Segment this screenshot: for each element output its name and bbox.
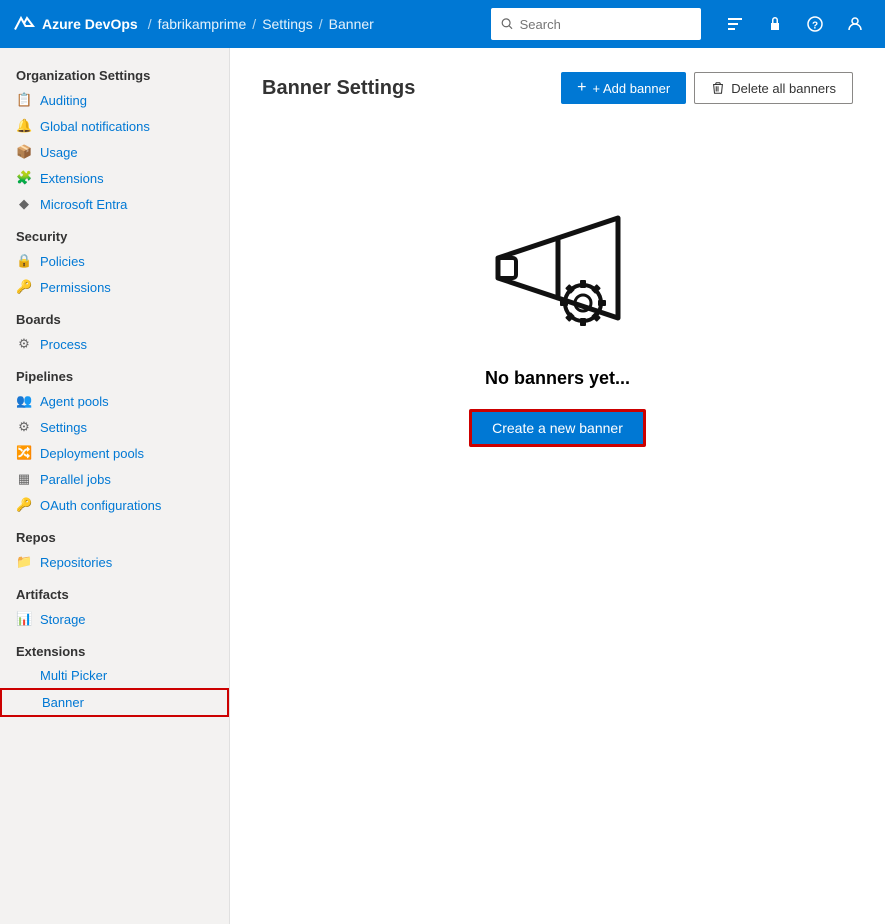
app-name: Azure DevOps bbox=[42, 16, 138, 32]
trash-icon bbox=[711, 81, 725, 95]
add-banner-button[interactable]: + + Add banner bbox=[561, 72, 686, 104]
sidebar-label-extensions: Extensions bbox=[40, 171, 104, 186]
sidebar-item-microsoft-entra[interactable]: ◆ Microsoft Entra bbox=[0, 191, 229, 217]
sidebar-item-deployment-pools[interactable]: 🔀 Deployment pools bbox=[0, 440, 229, 466]
process-icon: ⚙ bbox=[16, 336, 32, 352]
breadcrumb-fabrikamprime[interactable]: fabrikamprime bbox=[158, 16, 247, 32]
sidebar-item-policies[interactable]: 🔒 Policies bbox=[0, 248, 229, 274]
delete-all-banners-button[interactable]: Delete all banners bbox=[694, 72, 853, 104]
sidebar-item-banner[interactable]: Banner bbox=[0, 688, 229, 717]
lock-icon-button[interactable] bbox=[757, 6, 793, 42]
sidebar-item-permissions[interactable]: 🔑 Permissions bbox=[0, 274, 229, 300]
search-box[interactable] bbox=[491, 8, 701, 40]
extensions-icon: 🧩 bbox=[16, 170, 32, 186]
help-icon-button[interactable]: ? bbox=[797, 6, 833, 42]
deployment-pools-icon: 🔀 bbox=[16, 445, 32, 461]
entra-icon: ◆ bbox=[16, 196, 32, 212]
add-banner-label: + Add banner bbox=[592, 81, 670, 96]
sidebar-label-repositories: Repositories bbox=[40, 555, 112, 570]
topbar-icons: ? bbox=[717, 6, 873, 42]
help-icon: ? bbox=[806, 15, 824, 33]
policies-icon: 🔒 bbox=[16, 253, 32, 269]
sidebar-label-multi-picker: Multi Picker bbox=[40, 668, 107, 683]
sidebar-label-banner: Banner bbox=[42, 695, 84, 710]
topbar: Azure DevOps / fabrikamprime / Settings … bbox=[0, 0, 885, 48]
sidebar-label-process: Process bbox=[40, 337, 87, 352]
main-content: Banner Settings + + Add banner Delete al… bbox=[230, 48, 885, 924]
create-banner-label: Create a new banner bbox=[492, 420, 623, 436]
sidebar-label-agent-pools: Agent pools bbox=[40, 394, 109, 409]
list-icon bbox=[726, 15, 744, 33]
sidebar-item-multi-picker[interactable]: Multi Picker bbox=[0, 663, 229, 688]
page-title: Banner Settings bbox=[262, 77, 561, 100]
sidebar-label-deployment-pools: Deployment pools bbox=[40, 446, 144, 461]
sidebar-label-storage: Storage bbox=[40, 612, 86, 627]
create-new-banner-button[interactable]: Create a new banner bbox=[469, 409, 646, 447]
storage-icon: 📊 bbox=[16, 611, 32, 627]
sidebar-item-usage[interactable]: 📦 Usage bbox=[0, 139, 229, 165]
user-icon bbox=[846, 15, 864, 33]
main-header: Banner Settings + + Add banner Delete al… bbox=[262, 72, 853, 104]
section-pipelines: Pipelines bbox=[0, 357, 229, 388]
sidebar-item-oauth-configurations[interactable]: 🔑 OAuth configurations bbox=[0, 492, 229, 518]
settings-icon: ⚙ bbox=[16, 419, 32, 435]
app-logo[interactable]: Azure DevOps bbox=[12, 12, 138, 36]
delete-banners-label: Delete all banners bbox=[731, 81, 836, 96]
auditing-icon: 📋 bbox=[16, 92, 32, 108]
section-org-settings: Organization Settings bbox=[0, 56, 229, 87]
section-repos: Repos bbox=[0, 518, 229, 549]
sidebar-item-extensions[interactable]: 🧩 Extensions bbox=[0, 165, 229, 191]
parallel-jobs-icon: ▦ bbox=[16, 471, 32, 487]
sidebar-label-parallel-jobs: Parallel jobs bbox=[40, 472, 111, 487]
search-icon bbox=[501, 17, 514, 31]
breadcrumb: / fabrikamprime / Settings / Banner bbox=[146, 16, 374, 32]
permissions-icon: 🔑 bbox=[16, 279, 32, 295]
repositories-icon: 📁 bbox=[16, 554, 32, 570]
sidebar-label-usage: Usage bbox=[40, 145, 78, 160]
sidebar-item-agent-pools[interactable]: 👥 Agent pools bbox=[0, 388, 229, 414]
agent-pools-icon: 👥 bbox=[16, 393, 32, 409]
breadcrumb-settings[interactable]: Settings bbox=[262, 16, 313, 32]
search-input[interactable] bbox=[520, 17, 691, 32]
list-icon-button[interactable] bbox=[717, 6, 753, 42]
notifications-icon: 🔔 bbox=[16, 118, 32, 134]
layout: Organization Settings 📋 Auditing 🔔 Globa… bbox=[0, 48, 885, 924]
sidebar-item-auditing[interactable]: 📋 Auditing bbox=[0, 87, 229, 113]
section-boards: Boards bbox=[0, 300, 229, 331]
section-artifacts: Artifacts bbox=[0, 575, 229, 606]
user-icon-button[interactable] bbox=[837, 6, 873, 42]
empty-title: No banners yet... bbox=[485, 368, 630, 389]
sidebar-label-auditing: Auditing bbox=[40, 93, 87, 108]
sidebar-label-oauth-configurations: OAuth configurations bbox=[40, 498, 161, 513]
sidebar-label-settings: Settings bbox=[40, 420, 87, 435]
empty-illustration bbox=[478, 208, 638, 348]
svg-text:?: ? bbox=[812, 21, 818, 32]
sidebar-item-global-notifications[interactable]: 🔔 Global notifications bbox=[0, 113, 229, 139]
oauth-icon: 🔑 bbox=[16, 497, 32, 513]
sidebar: Organization Settings 📋 Auditing 🔔 Globa… bbox=[0, 48, 230, 924]
sidebar-label-permissions: Permissions bbox=[40, 280, 111, 295]
lock-icon bbox=[766, 15, 784, 33]
empty-state: No banners yet... Create a new banner bbox=[262, 128, 853, 487]
sidebar-label-microsoft-entra: Microsoft Entra bbox=[40, 197, 127, 212]
add-banner-plus-icon: + bbox=[577, 79, 586, 97]
sidebar-item-repositories[interactable]: 📁 Repositories bbox=[0, 549, 229, 575]
usage-icon: 📦 bbox=[16, 144, 32, 160]
sidebar-label-global-notifications: Global notifications bbox=[40, 119, 150, 134]
breadcrumb-banner[interactable]: Banner bbox=[329, 16, 374, 32]
sidebar-item-settings[interactable]: ⚙ Settings bbox=[0, 414, 229, 440]
sidebar-label-policies: Policies bbox=[40, 254, 85, 269]
section-security: Security bbox=[0, 217, 229, 248]
sidebar-item-storage[interactable]: 📊 Storage bbox=[0, 606, 229, 632]
section-extensions-2: Extensions bbox=[0, 632, 229, 663]
sidebar-item-process[interactable]: ⚙ Process bbox=[0, 331, 229, 357]
sidebar-item-parallel-jobs[interactable]: ▦ Parallel jobs bbox=[0, 466, 229, 492]
